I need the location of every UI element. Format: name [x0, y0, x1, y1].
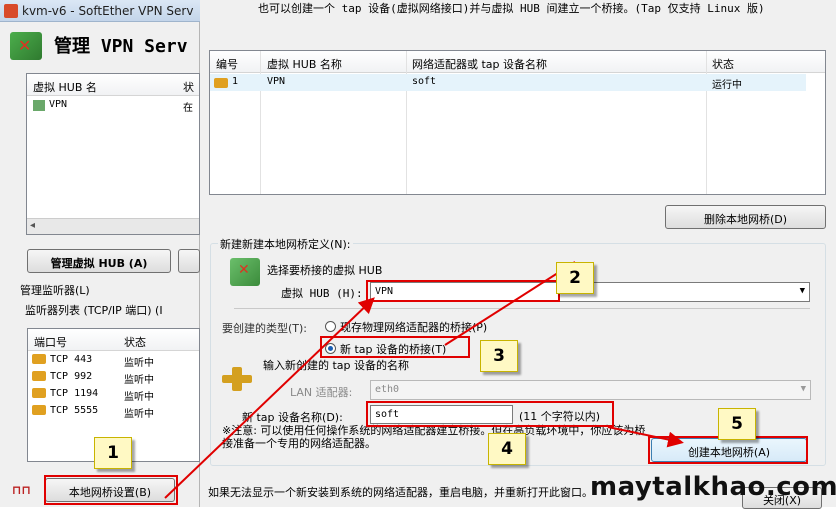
annotation-arrows [164, 261, 684, 499]
highlight-hub-select [366, 280, 560, 302]
callout-3: 3 [480, 340, 518, 372]
callout-1: 1 [94, 437, 132, 469]
highlight-local-bridge [44, 475, 178, 505]
highlight-create-button [648, 436, 808, 464]
callout-4: 4 [488, 433, 526, 465]
watermark: maytalkhao.com [590, 472, 836, 502]
callout-2: 2 [556, 262, 594, 294]
highlight-tap-radio [320, 336, 470, 358]
highlight-tap-name [366, 401, 614, 427]
callout-5: 5 [718, 408, 756, 440]
arrow-1-to-2 [164, 297, 375, 499]
